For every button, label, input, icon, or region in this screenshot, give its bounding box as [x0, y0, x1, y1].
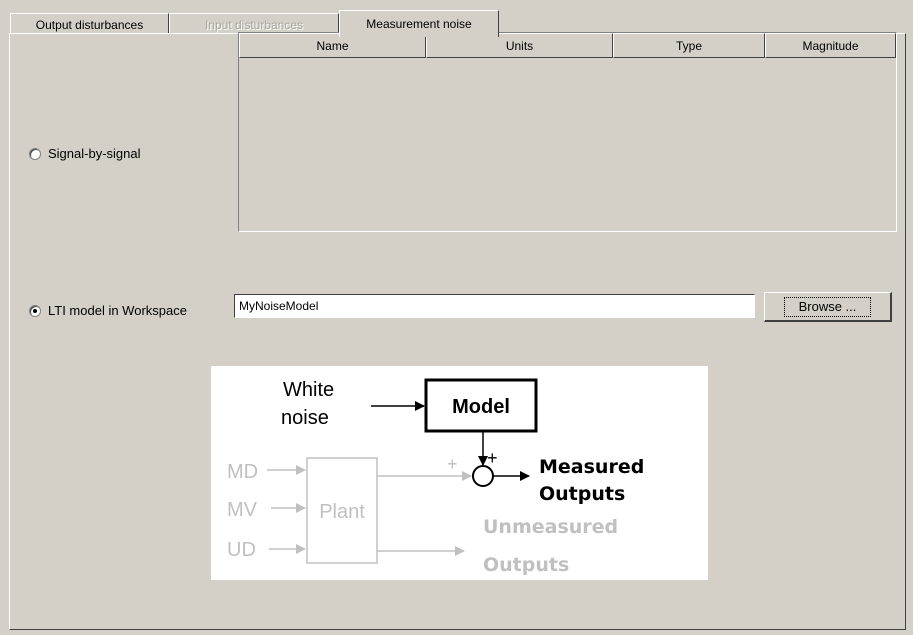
- noise-model-diagram: White noise Model + Measured Outputs + M…: [211, 366, 708, 580]
- unmeasured-label-1: Unmeasured: [483, 516, 618, 538]
- model-label: Model: [452, 396, 510, 418]
- column-header-magnitude[interactable]: Magnitude: [765, 33, 896, 58]
- signal-by-signal-option[interactable]: Signal-by-signal: [29, 146, 141, 161]
- signal-by-signal-label: Signal-by-signal: [48, 146, 141, 161]
- measurement-noise-panel: Signal-by-signal Name Units Type Magnitu…: [9, 32, 906, 630]
- browse-button-label: Browse ...: [783, 296, 872, 317]
- measured-label-1: Measured: [539, 456, 644, 478]
- measured-label-2: Outputs: [539, 483, 625, 505]
- tab-output-disturbances[interactable]: Output disturbances: [10, 13, 169, 35]
- lti-model-label: LTI model in Workspace: [48, 303, 187, 318]
- summing-junction: [472, 465, 494, 487]
- lti-model-radio[interactable]: [29, 304, 41, 317]
- plus-top: +: [487, 448, 498, 468]
- white-noise-label-2: noise: [281, 407, 329, 429]
- signal-by-signal-radio[interactable]: [29, 147, 41, 160]
- signal-table[interactable]: Name Units Type Magnitude: [238, 32, 897, 232]
- unmeasured-label-2: Outputs: [483, 554, 569, 576]
- model-name-field[interactable]: MyNoiseModel: [234, 294, 755, 318]
- browse-button[interactable]: Browse ...: [764, 292, 892, 322]
- plant-label: Plant: [319, 501, 365, 523]
- table-header: Name Units Type Magnitude: [239, 33, 896, 58]
- column-header-type[interactable]: Type: [613, 33, 765, 58]
- tab-measurement-noise[interactable]: Measurement noise: [339, 10, 499, 37]
- lti-model-option[interactable]: LTI model in Workspace: [29, 303, 187, 318]
- ud-label: UD: [227, 539, 256, 561]
- white-noise-label-1: White: [283, 379, 334, 401]
- md-label: MD: [227, 461, 258, 483]
- mv-label: MV: [227, 499, 258, 521]
- plus-left: +: [447, 454, 458, 474]
